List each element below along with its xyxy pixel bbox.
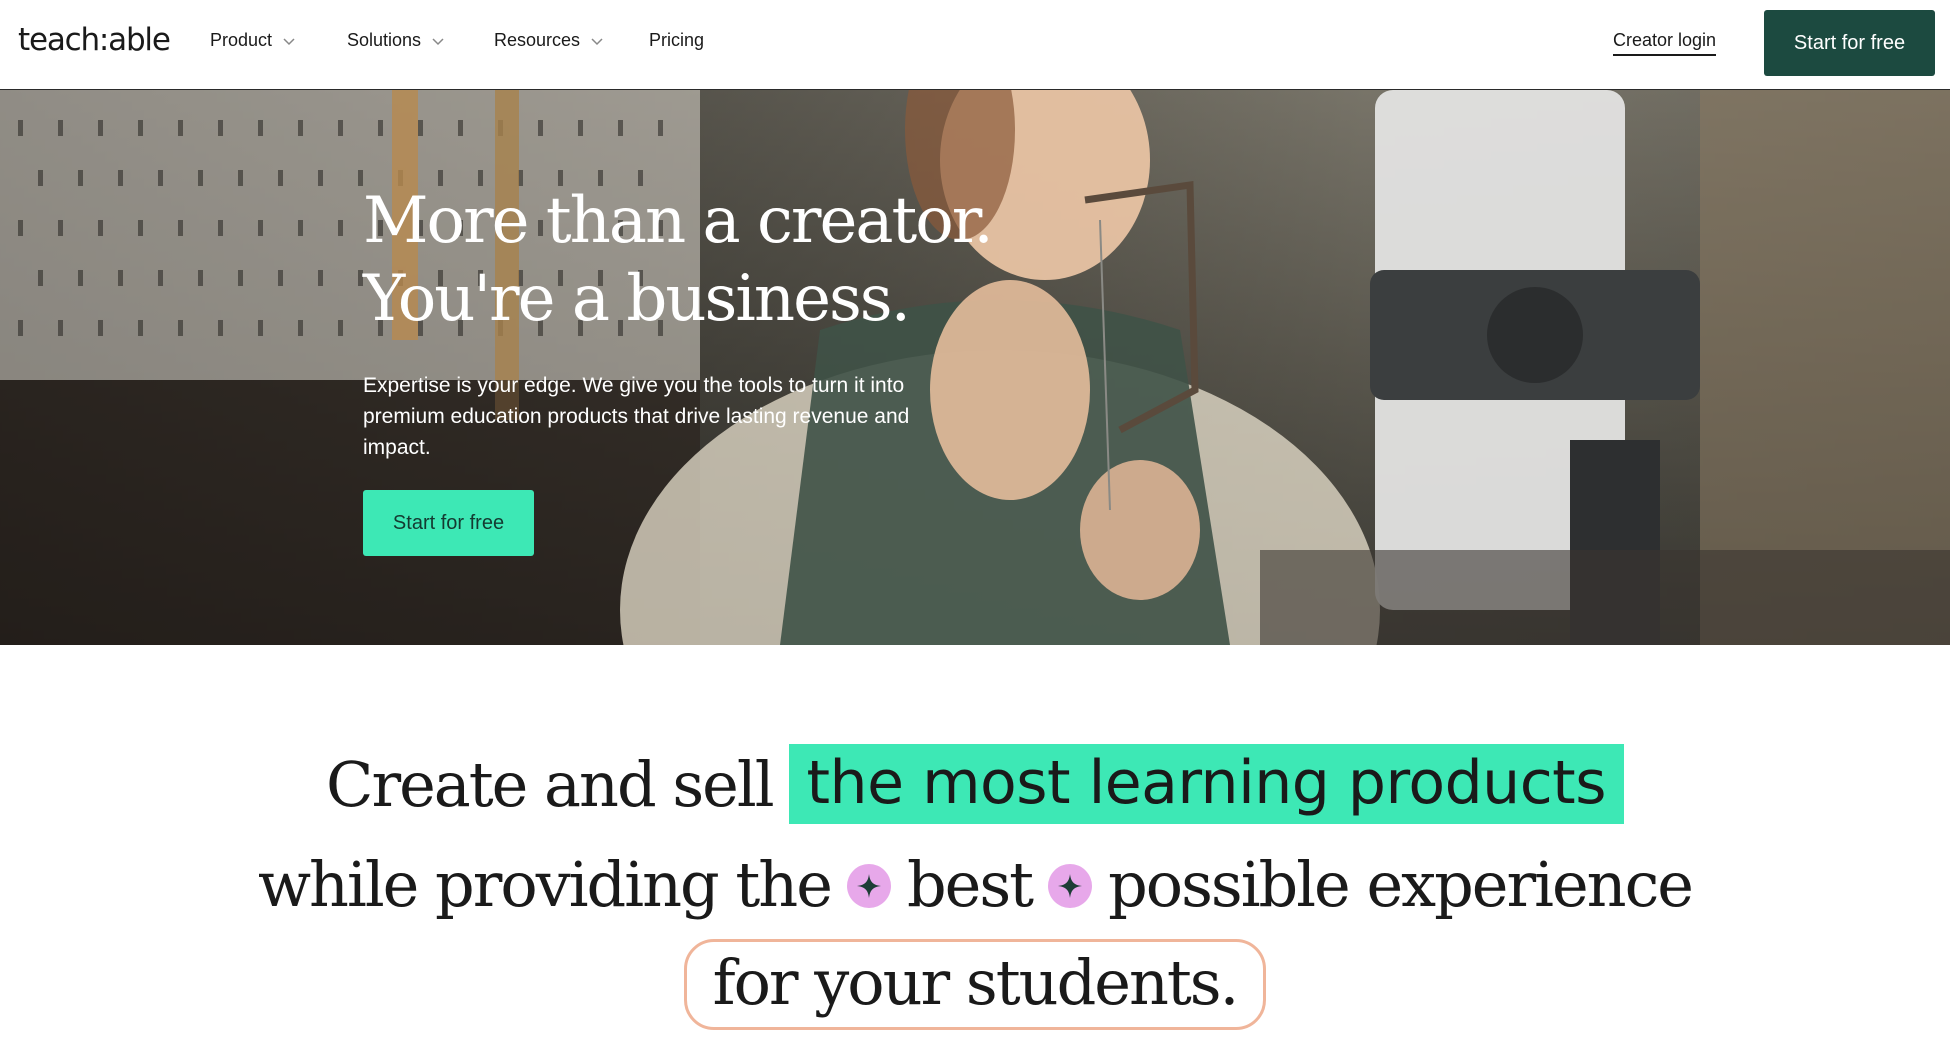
nav-item-label: Solutions xyxy=(347,30,422,50)
hero-section: More than a creator. You're a business. … xyxy=(0,90,1950,645)
nav-item-pricing[interactable]: Pricing xyxy=(649,30,704,51)
headline-line: for your students. xyxy=(0,935,1950,1033)
headline-line: Create and sell the most learning produc… xyxy=(0,735,1950,833)
nav-item-label: Product xyxy=(210,30,273,50)
hero-background-image xyxy=(0,90,1950,645)
headline-text: while providing the xyxy=(257,847,833,921)
nav-item-solutions[interactable]: Solutions xyxy=(347,30,445,51)
chevron-down-icon xyxy=(283,37,295,45)
headline-line: while providing the best possible experi… xyxy=(0,835,1950,933)
headline-text: Create and sell xyxy=(326,747,775,821)
headline-text: possible experience xyxy=(1108,847,1694,921)
headline-pill: for your students. xyxy=(683,938,1267,1030)
hero-title: More than a creator. You're a business. xyxy=(363,182,1083,338)
chevron-down-icon xyxy=(432,37,444,45)
hero-subtitle: Expertise is your edge. We give you the … xyxy=(363,374,910,459)
chevron-down-icon xyxy=(591,37,603,45)
start-for-free-button[interactable]: Start for free xyxy=(1764,10,1935,76)
nav-item-product[interactable]: Product xyxy=(210,30,296,51)
creator-login-link[interactable]: Creator login xyxy=(1613,30,1717,56)
sparkle-icon xyxy=(846,864,891,908)
teachable-logo[interactable]: teach:able xyxy=(18,22,171,58)
headline-text: best xyxy=(906,847,1034,921)
hero-title-line: You're a business. xyxy=(363,262,911,336)
hero-start-for-free-button[interactable]: Start for free xyxy=(363,490,534,556)
sparkle-icon xyxy=(1048,864,1093,908)
nav-item-label: Resources xyxy=(494,30,581,50)
top-navigation: teach:able Product Solutions Resources P… xyxy=(0,0,1950,90)
hero-title-line: More than a creator. xyxy=(363,184,994,258)
nav-item-resources[interactable]: Resources xyxy=(494,30,604,51)
headline-highlight: the most learning products xyxy=(788,744,1624,824)
nav-item-label: Pricing xyxy=(649,30,705,50)
